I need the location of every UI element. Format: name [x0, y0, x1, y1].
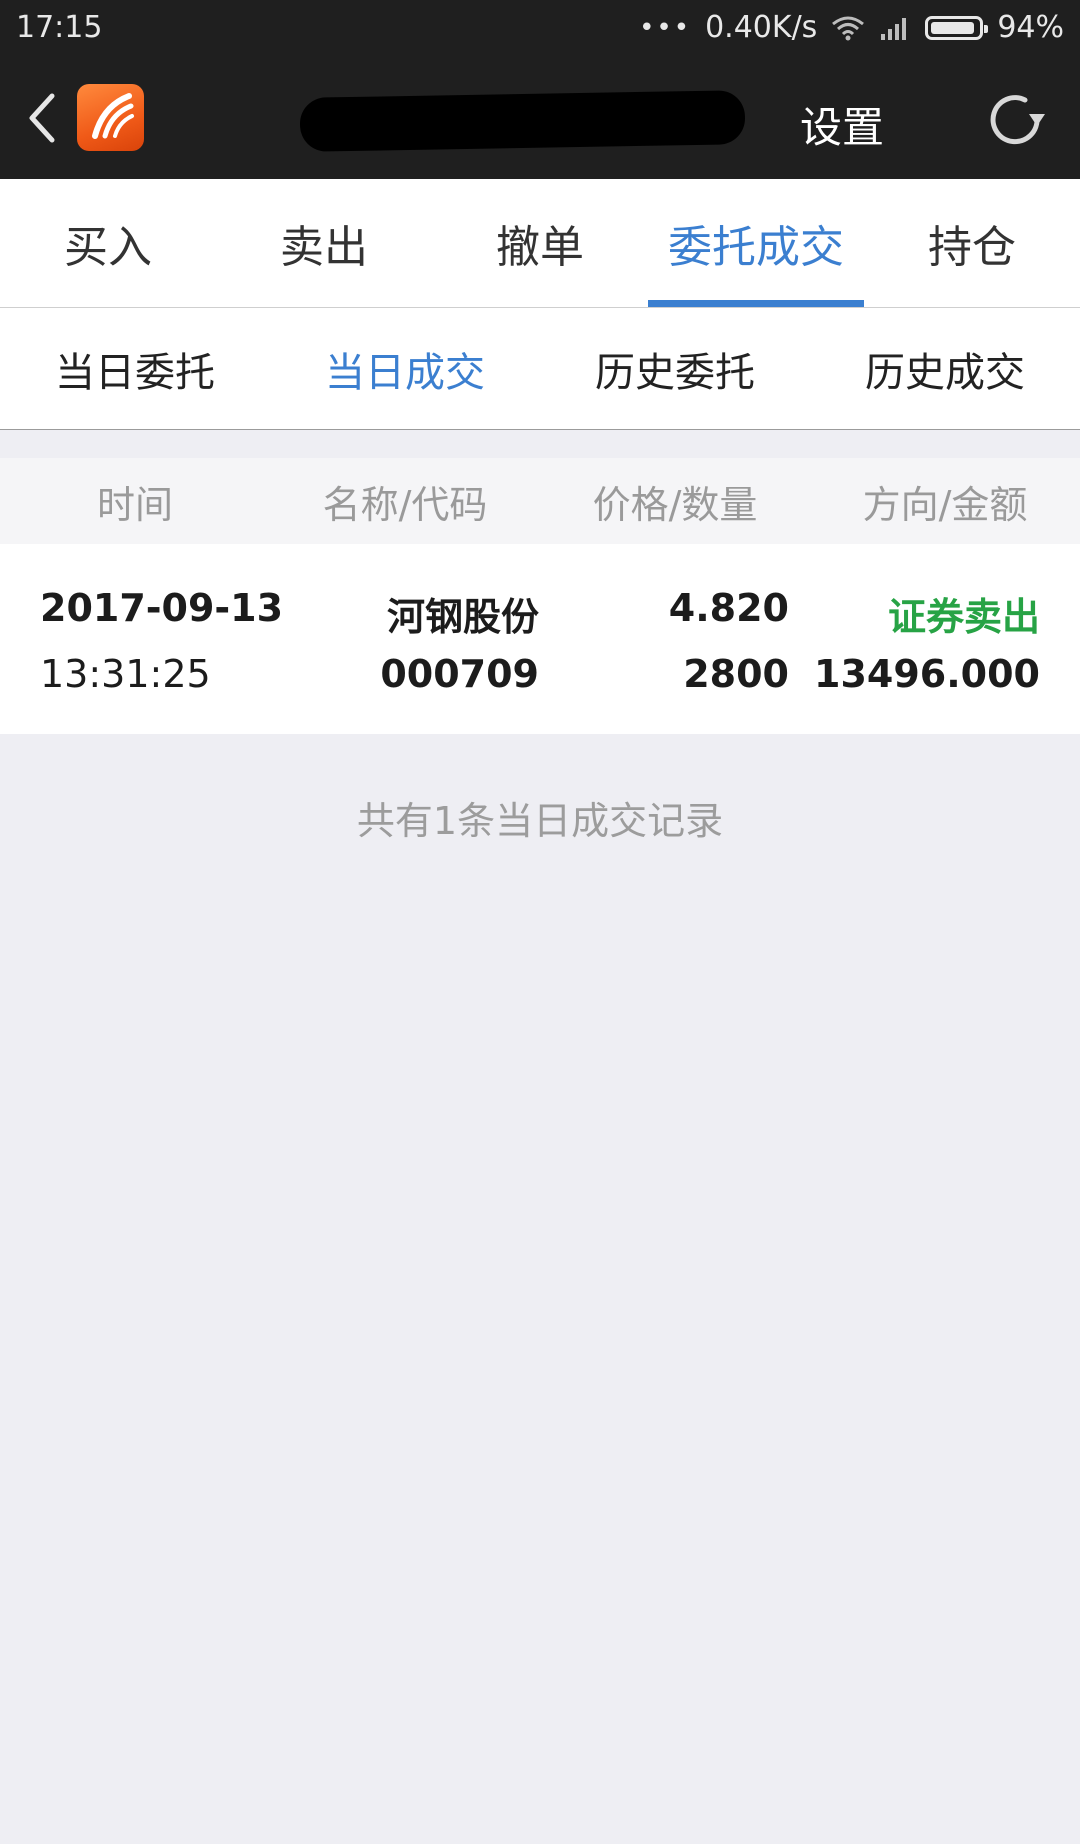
trade-direction: 证券卖出	[887, 595, 1040, 639]
column-header-name-code: 名称/代码	[322, 482, 488, 527]
refresh-icon[interactable]	[985, 88, 1049, 152]
trade-price: 4.820	[668, 586, 789, 630]
record-count-note: 共有1条当日成交记录	[356, 799, 724, 843]
trade-quantity: 2800	[683, 652, 789, 696]
column-header-direction-amount: 方向/金额	[862, 482, 1028, 527]
main-tab-bar: 买入 卖出 撤单 委托成交 持仓	[0, 179, 1080, 308]
battery-icon	[925, 15, 989, 40]
tab-orders-trades[interactable]: 委托成交	[648, 179, 864, 307]
wifi-icon	[832, 16, 865, 40]
tab-buy[interactable]: 买入	[0, 179, 216, 307]
tab-cancel-order[interactable]: 撤单	[432, 179, 648, 307]
settings-button[interactable]: 设置	[800, 94, 884, 155]
trade-date: 2017-09-13	[40, 586, 284, 630]
tab-positions[interactable]: 持仓	[864, 179, 1080, 307]
sub-tab-bar: 当日委托 当日成交 历史委托 历史成交	[0, 308, 1080, 430]
status-right: ••• 0.40K/s 94%	[639, 10, 1064, 45]
table-row[interactable]: 2017-09-13 13:31:25 河钢股份 000709 4.820 28…	[0, 544, 1080, 734]
column-header-time: 时间	[96, 482, 173, 527]
logo-wing-icon	[92, 93, 134, 139]
redacted-account-title	[299, 90, 746, 152]
stock-code: 000709	[380, 652, 539, 696]
column-header-price-qty: 价格/数量	[592, 482, 758, 527]
trade-amount: 13496.000	[814, 652, 1040, 696]
subtab-history-orders[interactable]: 历史委托	[540, 308, 810, 429]
app-header: 设置	[0, 58, 1080, 179]
subtab-today-orders[interactable]: 当日委托	[0, 308, 270, 429]
subtab-history-trades[interactable]: 历史成交	[810, 308, 1080, 429]
signal-icon	[881, 17, 907, 40]
battery-percent: 94%	[997, 10, 1064, 45]
stock-name: 河钢股份	[386, 595, 539, 639]
network-speed: 0.40K/s	[705, 10, 818, 45]
back-arrow-icon[interactable]	[22, 88, 62, 148]
tab-sell[interactable]: 卖出	[216, 179, 432, 307]
app-logo[interactable]	[77, 84, 144, 151]
table-header: 时间 名称/代码 价格/数量 方向/金额	[0, 458, 1080, 544]
status-time: 17:15	[16, 10, 103, 45]
status-bar: 17:15 ••• 0.40K/s 94%	[0, 0, 1080, 58]
trade-time: 13:31:25	[40, 652, 211, 696]
more-dots-icon: •••	[639, 12, 692, 43]
subtab-today-trades[interactable]: 当日成交	[270, 308, 540, 429]
